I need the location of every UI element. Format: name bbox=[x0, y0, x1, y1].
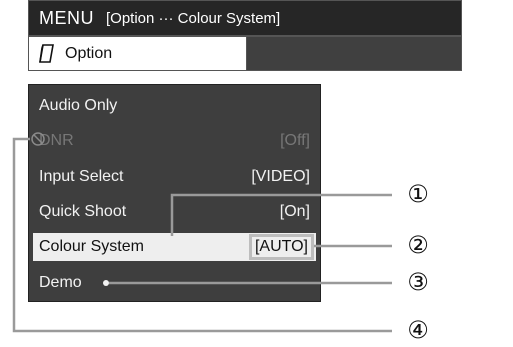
callout-number-1: ① bbox=[407, 181, 429, 208]
prohibited-icon bbox=[31, 132, 45, 146]
callout-line-1 bbox=[170, 193, 392, 236]
callout-number-4: ④ bbox=[407, 317, 429, 344]
callout-number-3: ③ bbox=[407, 269, 429, 296]
callout-line-3 bbox=[103, 280, 392, 286]
callout-lines bbox=[12, 132, 392, 333]
callout-number-2: ② bbox=[407, 232, 429, 259]
callout-line-4 bbox=[12, 137, 392, 333]
